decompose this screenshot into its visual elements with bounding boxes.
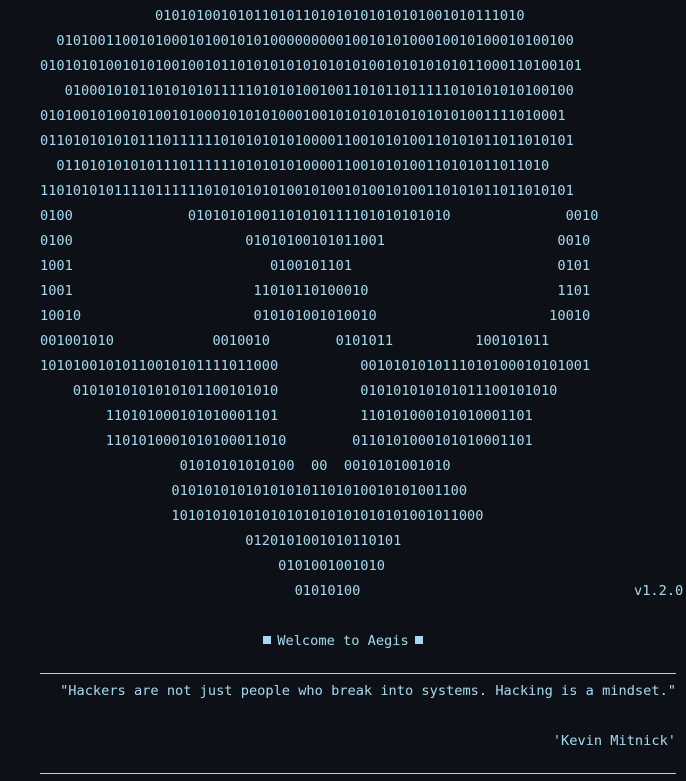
ascii-art-line: 01010101010100 00 0010101001010	[40, 458, 451, 474]
ascii-art-line: 0101001001010	[40, 558, 385, 574]
ascii-art-line: 01010100	[40, 583, 361, 599]
ascii-art-line: 0100010101101010101111101010100100110101…	[40, 83, 574, 99]
ascii-art-line: 10010 010101001010010 10010	[40, 308, 591, 324]
ascii-art-line: 0101010100101010010010110101010101010101…	[40, 58, 583, 74]
ascii-art-line: 0100 01010101001101010111101010101010 00…	[40, 208, 599, 224]
ascii-art-line: 0120101001010110101	[40, 533, 402, 549]
version-label: v1.2.0	[634, 583, 684, 599]
ascii-art-line: 110101000101010001101 110101000101010001…	[40, 408, 533, 424]
ascii-art-line: 0110101010101110111111010101010100001100…	[40, 133, 574, 149]
ascii-art-line: 0101010101010101100101010 01010101010101…	[40, 383, 558, 399]
ascii-art-line: 0100 01010100101011001 0010	[40, 233, 591, 249]
ascii-art-line: 0101001100101000101001010100000000010010…	[40, 33, 574, 49]
ascii-art-line: 10101001010110010101111011000 0010101010…	[40, 358, 591, 374]
ascii-art-line: 1101010101111011111101010101010010100101…	[40, 183, 574, 199]
ascii-art-line: 001001010 0010010 0101011 100101011	[40, 333, 550, 349]
ascii-art-line: 10101010101010101010101010101001011000	[40, 508, 484, 524]
ascii-art-line: 1001 11010110100010 1101	[40, 283, 591, 299]
ascii-art-line: 1001 0100101101 0101	[40, 258, 591, 274]
ascii-art-line: 1101010001010100011010 01101010001010100…	[40, 433, 533, 449]
ascii-art-banner: 0101010010101101011010101010101010010101…	[40, 4, 686, 604]
ascii-art-line: 0110101010101110111111010101010000110010…	[40, 158, 550, 174]
ascii-art-line: 0101010010101101011010101010101010010101…	[40, 8, 525, 24]
welcome-text: Welcome to Aegis	[277, 633, 409, 649]
welcome-banner: Welcome to Aegis	[0, 629, 686, 654]
divider-top	[40, 673, 676, 674]
divider-bottom	[40, 773, 676, 774]
square-bullet-icon	[414, 636, 423, 644]
quote-author: 'Kevin Mitnick'	[552, 733, 676, 749]
ascii-art-line: 0101001010010100101000101010100010010101…	[40, 108, 566, 124]
square-bullet-icon	[263, 636, 272, 644]
quote-text: "Hackers are not just people who break i…	[60, 683, 676, 699]
ascii-art-line: 010101010101010101101010010101001100	[40, 483, 468, 499]
